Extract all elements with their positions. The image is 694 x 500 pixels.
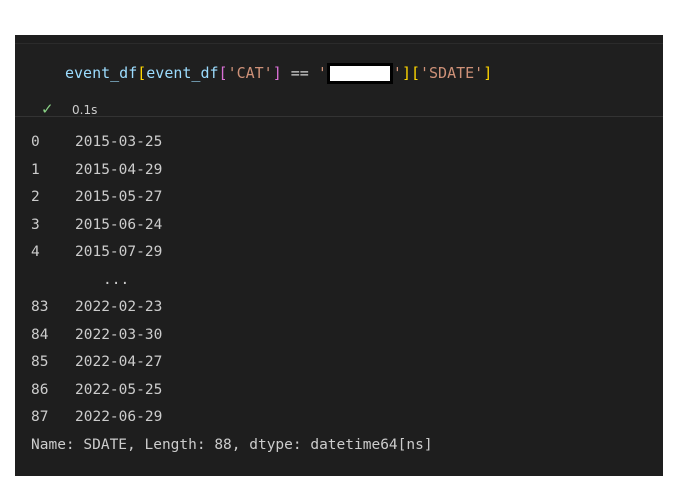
- row-index: 84: [31, 326, 49, 343]
- output-row: 1 2015-04-29: [31, 157, 433, 185]
- row-date: 2022-04-27: [75, 354, 163, 370]
- row-date: 2015-03-25: [75, 134, 163, 150]
- row-date: 2022-02-23: [75, 299, 163, 315]
- output-ellipsis: ...: [103, 271, 130, 288]
- output-row: 86 2022-05-25: [31, 377, 433, 405]
- row-index: 85: [31, 354, 49, 370]
- code-variable: event_df: [65, 64, 138, 82]
- redaction-box: [326, 63, 393, 84]
- output-footer: Name: SDATE, Length: 88, dtype: datetime…: [31, 436, 433, 453]
- output-row: 4 2015-07-29: [31, 239, 433, 267]
- code-bracket: [: [410, 64, 420, 82]
- code-operator: ==: [281, 64, 318, 82]
- code-bracket: ]: [483, 64, 493, 82]
- output-row: 3 2015-06-24: [31, 212, 433, 240]
- output-row: 87 2022-06-29: [31, 404, 433, 432]
- code-editor[interactable]: event_df[event_df['CAT'] == ' ']['SDATE']…: [15, 43, 663, 118]
- code-string-quote: ': [317, 64, 327, 82]
- row-index: 3: [31, 216, 40, 233]
- output-row: 85 2022-04-27: [31, 349, 433, 377]
- row-index: 4: [31, 244, 40, 260]
- notebook-cell: event_df[event_df['CAT'] == ' ']['SDATE']…: [15, 35, 663, 476]
- output-row: 0 2015-03-25: [31, 129, 433, 157]
- row-date: 2022-05-25: [75, 381, 163, 398]
- execution-status: ✓ 0.1s: [41, 100, 97, 118]
- row-date: 2022-06-29: [75, 409, 163, 425]
- code-string-quote: ': [392, 64, 402, 82]
- row-index: 87: [31, 409, 49, 425]
- row-date: 2015-06-24: [75, 216, 163, 233]
- code-bracket: ]: [272, 64, 282, 82]
- row-date: 2015-07-29: [75, 244, 163, 260]
- cell-output: 0 2015-03-25 1 2015-04-29 2 2015-05-27 3 2015-0…: [31, 129, 433, 459]
- code-line[interactable]: event_df[event_df['CAT'] == ' ']['SDATE']: [65, 63, 492, 84]
- row-index: 83: [31, 299, 49, 315]
- row-index: 2: [31, 189, 40, 205]
- row-date: 2015-05-27: [75, 189, 163, 205]
- row-index: 0: [31, 134, 40, 150]
- row-date: 2015-04-29: [75, 161, 163, 178]
- row-date: 2022-03-30: [75, 326, 163, 343]
- row-index: 86: [31, 381, 49, 398]
- code-string: 'CAT': [227, 64, 273, 82]
- output-row: 84 2022-03-30: [31, 322, 433, 350]
- row-index: 1: [31, 161, 40, 178]
- code-bracket: ]: [401, 64, 411, 82]
- code-bracket: [: [218, 64, 228, 82]
- code-bracket: [: [137, 64, 147, 82]
- code-string: 'SDATE': [420, 64, 484, 82]
- execution-duration: 0.1s: [72, 103, 98, 117]
- check-icon: ✓: [41, 100, 54, 118]
- output-row: 2 2015-05-27: [31, 184, 433, 212]
- output-row: 83 2022-02-23: [31, 294, 433, 322]
- code-variable: event_df: [146, 64, 219, 82]
